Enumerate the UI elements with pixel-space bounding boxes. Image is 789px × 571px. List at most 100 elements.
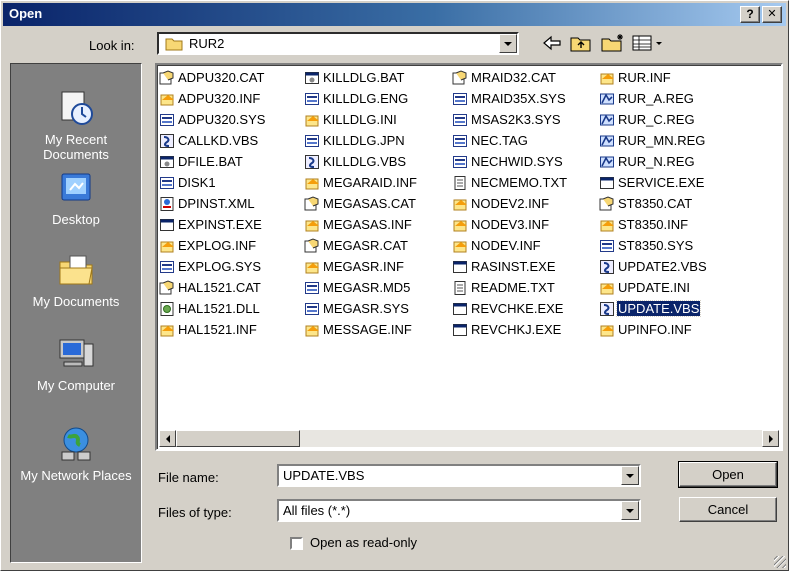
file-item[interactable]: EXPLOG.SYS xyxy=(159,256,268,277)
file-name: KILLDLG.BAT xyxy=(323,70,405,85)
inf-file-icon xyxy=(453,241,467,252)
up-folder-icon[interactable] xyxy=(569,33,593,53)
file-name: MEGASAS.CAT xyxy=(323,196,416,211)
file-item[interactable]: MEGASAS.CAT xyxy=(304,193,420,214)
file-item[interactable]: REVCHKE.EXE xyxy=(452,298,570,319)
file-item[interactable]: UPDATE.VBS xyxy=(599,298,710,319)
file-item[interactable]: HAL1521.DLL xyxy=(159,298,268,319)
exe-file-icon xyxy=(600,176,614,189)
file-item[interactable]: EXPLOG.INF xyxy=(159,235,268,256)
file-name: EXPLOG.SYS xyxy=(178,259,262,274)
file-item[interactable]: DFILE.BAT xyxy=(159,151,268,172)
file-item[interactable]: MEGASAS.INF xyxy=(304,214,420,235)
place-my-documents[interactable]: My Documents xyxy=(11,250,141,309)
view-menu-icon[interactable] xyxy=(631,33,665,53)
file-name: NECHWID.SYS xyxy=(471,154,563,169)
file-item[interactable]: KILLDLG.VBS xyxy=(304,151,420,172)
file-name: ADPU320.SYS xyxy=(178,112,266,127)
file-name: MEGASAS.INF xyxy=(323,217,412,232)
file-item[interactable]: NECHWID.SYS xyxy=(452,151,570,172)
file-item[interactable]: RUR_A.REG xyxy=(599,88,710,109)
file-item[interactable]: UPDATE2.VBS xyxy=(599,256,710,277)
file-item[interactable]: RUR.INF xyxy=(599,67,710,88)
file-item[interactable]: UPDATE.INI xyxy=(599,277,710,298)
file-name-dropdown-button[interactable] xyxy=(621,466,639,485)
scroll-thumb[interactable] xyxy=(176,430,300,447)
file-name: DISK1 xyxy=(178,175,216,190)
file-name-input[interactable]: UPDATE.VBS xyxy=(277,464,641,487)
sys-file-icon xyxy=(305,134,319,147)
xml-file-icon xyxy=(160,196,174,211)
file-name: MEGASR.CAT xyxy=(323,238,408,253)
file-item[interactable]: ADPU320.SYS xyxy=(159,109,268,130)
new-folder-icon[interactable] xyxy=(600,33,626,53)
inf-file-icon xyxy=(160,325,174,336)
file-item[interactable]: ST8350.INF xyxy=(599,214,710,235)
help-button[interactable]: ? xyxy=(740,6,760,23)
resize-grip[interactable] xyxy=(774,556,786,568)
file-list[interactable]: RUR.INF RUR_A.REG RUR_C.REG RUR_MN.REG RUR_N… xyxy=(155,63,783,451)
file-item[interactable]: KILLDLG.JPN xyxy=(304,130,420,151)
file-name-label: File name: xyxy=(158,470,219,485)
file-item[interactable]: MRAID32.CAT xyxy=(452,67,570,88)
file-item[interactable]: NECMEMO.TXT xyxy=(452,172,570,193)
file-item[interactable]: CALLKD.VBS xyxy=(159,130,268,151)
file-item[interactable]: REVCHKJ.EXE xyxy=(452,319,570,340)
file-item[interactable]: SERVICE.EXE xyxy=(599,172,710,193)
scroll-right-button[interactable] xyxy=(762,430,779,447)
horizontal-scrollbar[interactable] xyxy=(159,430,779,447)
file-item[interactable]: NODEV2.INF xyxy=(452,193,570,214)
file-item[interactable]: ST8350.CAT xyxy=(599,193,710,214)
file-item[interactable]: MEGASR.MD5 xyxy=(304,277,420,298)
file-item[interactable]: NODEV3.INF xyxy=(452,214,570,235)
file-item[interactable]: NODEV.INF xyxy=(452,235,570,256)
file-item[interactable]: MSAS2K3.SYS xyxy=(452,109,570,130)
arrow-right-icon xyxy=(768,434,773,443)
file-type-dropdown-button[interactable] xyxy=(621,501,639,520)
scroll-left-button[interactable] xyxy=(159,430,176,447)
file-item[interactable]: KILLDLG.BAT xyxy=(304,67,420,88)
file-item[interactable]: KILLDLG.INI xyxy=(304,109,420,130)
file-item[interactable]: ST8350.SYS xyxy=(599,235,710,256)
file-item[interactable]: RASINST.EXE xyxy=(452,256,570,277)
place-my-recent-documents[interactable]: My Recent Documents xyxy=(11,88,141,162)
back-arrow-icon[interactable] xyxy=(541,33,563,53)
place-my-network-places[interactable]: My Network Places xyxy=(11,424,141,483)
file-item[interactable]: MESSAGE.INF xyxy=(304,319,420,340)
inf-file-icon xyxy=(453,199,467,210)
file-item[interactable]: README.TXT xyxy=(452,277,570,298)
file-item[interactable]: ADPU320.INF xyxy=(159,88,268,109)
file-item[interactable]: DISK1 xyxy=(159,172,268,193)
file-item[interactable]: RUR_N.REG xyxy=(599,151,710,172)
open-button[interactable]: Open xyxy=(678,461,778,488)
file-item[interactable]: MEGASR.CAT xyxy=(304,235,420,256)
look-in-dropdown-button[interactable] xyxy=(499,34,517,53)
file-type-value: All files (*.*) xyxy=(283,503,351,518)
file-column: ADPU320.CAT ADPU320.INF ADPU320.SYS CALLKD.… xyxy=(159,67,268,340)
file-item[interactable]: MEGARAID.INF xyxy=(304,172,420,193)
file-item[interactable]: KILLDLG.ENG xyxy=(304,88,420,109)
file-item[interactable]: MEGASR.INF xyxy=(304,256,420,277)
file-item[interactable]: DPINST.XML xyxy=(159,193,268,214)
file-item[interactable]: RUR_MN.REG xyxy=(599,130,710,151)
desktop-icon xyxy=(61,173,91,201)
file-item[interactable]: HAL1521.CAT xyxy=(159,277,268,298)
file-item[interactable]: EXPINST.EXE xyxy=(159,214,268,235)
file-item[interactable]: UPINFO.INF xyxy=(599,319,710,340)
file-item[interactable]: ADPU320.CAT xyxy=(159,67,268,88)
place-desktop[interactable]: Desktop xyxy=(11,168,141,227)
look-in-combo[interactable]: RUR2 xyxy=(157,32,519,55)
title-bar[interactable]: Open ? ✕ xyxy=(3,3,786,26)
file-type-select[interactable]: All files (*.*) xyxy=(277,499,641,522)
file-item[interactable]: MRAID35X.SYS xyxy=(452,88,570,109)
file-item[interactable]: HAL1521.INF xyxy=(159,319,268,340)
file-item[interactable]: MEGASR.SYS xyxy=(304,298,420,319)
cancel-button[interactable]: Cancel xyxy=(679,497,777,522)
close-button[interactable]: ✕ xyxy=(762,6,782,23)
file-item[interactable]: RUR_C.REG xyxy=(599,109,710,130)
read-only-checkbox[interactable] xyxy=(290,537,303,550)
file-name: EXPINST.EXE xyxy=(178,217,262,232)
place-my-computer[interactable]: My Computer xyxy=(11,334,141,393)
file-name: MEGASR.INF xyxy=(323,259,404,274)
file-item[interactable]: NEC.TAG xyxy=(452,130,570,151)
